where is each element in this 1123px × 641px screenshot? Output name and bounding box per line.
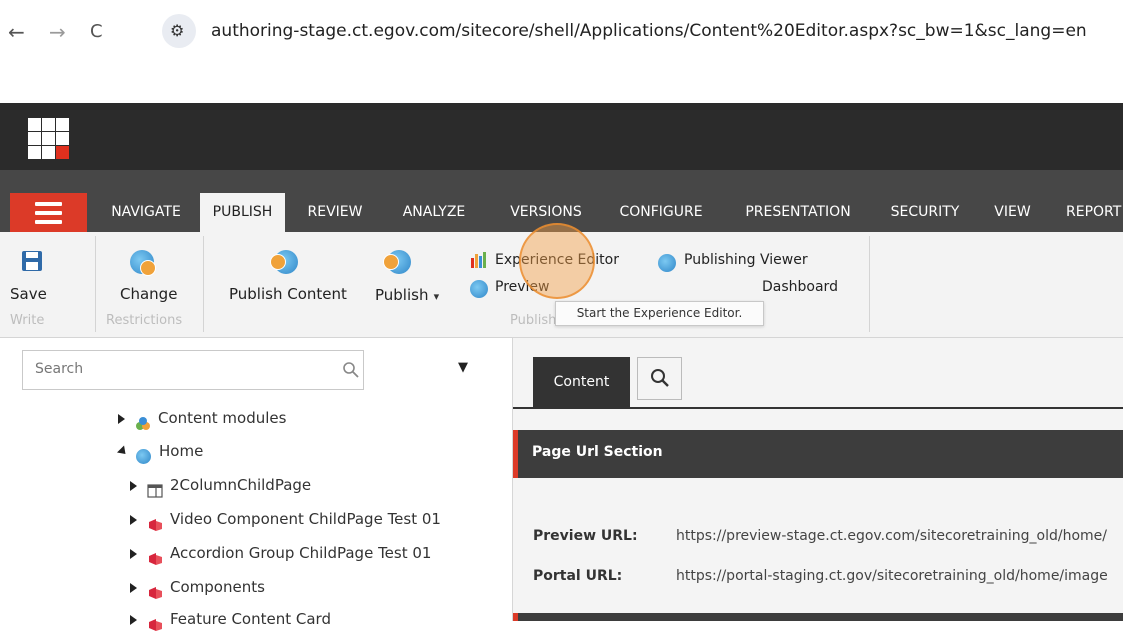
experience-editor-icon bbox=[470, 252, 488, 268]
group-divider bbox=[203, 236, 204, 332]
publish-content-icon bbox=[270, 248, 300, 276]
site-info-button[interactable]: ⚙ bbox=[162, 14, 196, 48]
next-section-header[interactable] bbox=[513, 613, 1123, 621]
component-icon bbox=[147, 513, 163, 531]
tree-item-video-component[interactable]: Video Component ChildPage Test 01 bbox=[130, 505, 441, 533]
address-bar-url[interactable]: authoring-stage.ct.egov.com/sitecore/she… bbox=[211, 19, 1087, 43]
component-icon bbox=[147, 547, 163, 565]
tree-item-label: Video Component ChildPage Test 01 bbox=[170, 510, 441, 528]
expand-arrow-icon[interactable] bbox=[130, 514, 137, 525]
tab-analyze[interactable]: ANALYZE bbox=[390, 193, 478, 232]
publish-icon bbox=[383, 248, 413, 276]
portal-url-value[interactable]: https://portal-staging.ct.gov/sitecoretr… bbox=[676, 568, 1108, 584]
expand-arrow-icon[interactable] bbox=[130, 480, 137, 491]
tab-report[interactable]: REPORT bbox=[1066, 193, 1123, 232]
tree-item-label: Content modules bbox=[158, 409, 287, 427]
page-icon bbox=[147, 479, 163, 498]
tree-item-label: 2ColumnChildPage bbox=[170, 476, 312, 494]
preview-url-label: Preview URL: bbox=[533, 528, 638, 544]
preview-url-value[interactable]: https://preview-stage.ct.egov.com/siteco… bbox=[676, 528, 1107, 544]
tree-item-label: Feature Content Card bbox=[170, 610, 331, 628]
portal-url-label: Portal URL: bbox=[533, 568, 623, 584]
content-modules-icon bbox=[135, 412, 151, 430]
publishing-viewer-button[interactable]: Publishing Viewer bbox=[684, 252, 808, 268]
tab-search[interactable] bbox=[637, 357, 682, 400]
save-icon bbox=[21, 250, 43, 272]
change-restrictions-icon bbox=[128, 248, 156, 276]
tree-item-label: Components bbox=[170, 578, 265, 596]
tab-content[interactable]: Content bbox=[533, 357, 630, 407]
search-icon bbox=[650, 368, 670, 388]
tree-item-feature-content-card[interactable]: Feature Content Card bbox=[130, 605, 331, 633]
menu-hamburger-button[interactable] bbox=[10, 193, 87, 232]
publish-dropdown-button[interactable]: Publish ▾ bbox=[375, 285, 439, 304]
tree-search-input[interactable]: Search bbox=[22, 350, 364, 390]
tab-navigate[interactable]: NAVIGATE bbox=[107, 193, 185, 232]
tree-item-accordion-group[interactable]: Accordion Group ChildPage Test 01 bbox=[130, 539, 431, 567]
section-title: Page Url Section bbox=[532, 444, 663, 460]
chevron-down-icon: ▾ bbox=[433, 290, 440, 303]
expand-arrow-icon[interactable] bbox=[130, 548, 137, 559]
sitecore-header bbox=[0, 103, 1123, 170]
tree-item-label: Accordion Group ChildPage Test 01 bbox=[170, 544, 432, 562]
tree-item-components[interactable]: Components bbox=[130, 573, 265, 601]
page-url-section-header[interactable]: Page Url Section bbox=[513, 430, 1123, 478]
tree-item-label: Home bbox=[159, 442, 204, 460]
publish-label: Publish bbox=[375, 286, 429, 304]
component-icon bbox=[147, 581, 163, 599]
launchpad-grid-icon[interactable] bbox=[28, 118, 70, 160]
tree-item-home[interactable]: Home bbox=[116, 437, 204, 465]
tree-item-content-modules[interactable]: Content modules bbox=[118, 404, 286, 432]
experience-editor-tooltip: Start the Experience Editor. bbox=[555, 301, 764, 326]
tab-security[interactable]: SECURITY bbox=[885, 193, 965, 232]
search-placeholder: Search bbox=[35, 361, 84, 377]
tab-underline bbox=[513, 407, 1123, 409]
globe-icon bbox=[136, 445, 152, 464]
back-arrow-icon[interactable]: ← bbox=[8, 20, 25, 44]
group-divider bbox=[95, 236, 96, 332]
search-icon[interactable] bbox=[342, 361, 360, 379]
tab-review[interactable]: REVIEW bbox=[302, 193, 368, 232]
click-highlight bbox=[519, 223, 595, 299]
publishing-dashboard-button[interactable]: Dashboard bbox=[762, 279, 838, 295]
write-group-label: Write bbox=[10, 313, 45, 328]
search-options-dropdown[interactable]: ▼ bbox=[458, 360, 468, 375]
component-icon bbox=[147, 613, 163, 631]
tab-publish[interactable]: PUBLISH bbox=[200, 193, 285, 232]
tree-item-2columnchildpage[interactable]: 2ColumnChildPage bbox=[130, 471, 311, 499]
publish-content-button[interactable]: Publish Content bbox=[229, 285, 347, 303]
expand-arrow-icon[interactable] bbox=[130, 582, 137, 593]
expand-arrow-icon[interactable] bbox=[118, 413, 125, 424]
site-settings-icon: ⚙ bbox=[170, 21, 185, 40]
expand-arrow-icon[interactable] bbox=[130, 614, 137, 625]
collapse-arrow-icon[interactable] bbox=[116, 445, 130, 458]
publishing-viewer-icon bbox=[658, 254, 676, 272]
tab-configure[interactable]: CONFIGURE bbox=[612, 193, 710, 232]
change-button[interactable]: Change bbox=[120, 285, 177, 303]
group-divider bbox=[869, 236, 870, 332]
publish-group-label: Publish bbox=[510, 313, 557, 328]
save-button[interactable]: Save bbox=[10, 285, 47, 303]
forward-arrow-icon[interactable]: → bbox=[49, 20, 66, 44]
preview-icon bbox=[470, 280, 488, 298]
tab-presentation[interactable]: PRESENTATION bbox=[737, 193, 859, 232]
tab-view[interactable]: VIEW bbox=[990, 193, 1035, 232]
reload-icon[interactable]: C bbox=[90, 20, 103, 44]
restrictions-group-label: Restrictions bbox=[106, 313, 183, 328]
